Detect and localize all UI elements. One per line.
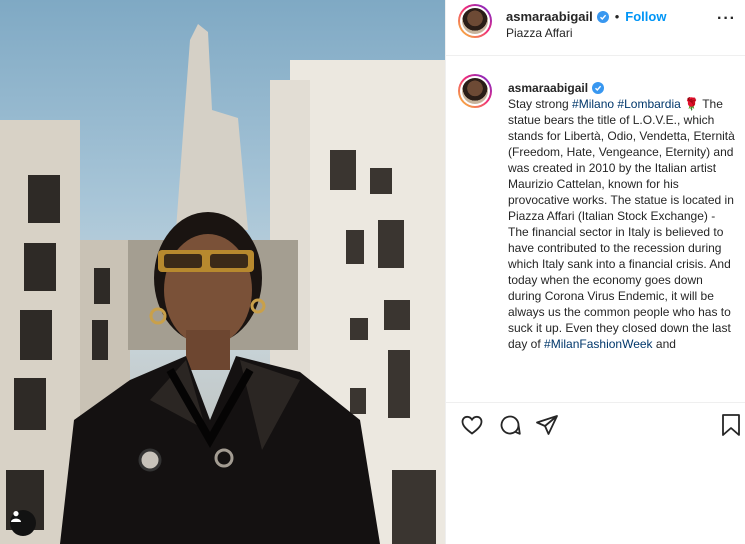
caption-author-line: asmaraabigail — [508, 80, 736, 96]
tagged-users-button[interactable] — [10, 510, 36, 536]
caption-text: Stay strong #Milano #Lombardia 🌹 The sta… — [508, 96, 736, 352]
caption-author-avatar[interactable] — [458, 74, 492, 108]
heart-icon[interactable] — [460, 413, 484, 442]
author-avatar[interactable] — [458, 4, 492, 38]
post-side-panel: asmaraabigail • Follow Piazza Affari ···… — [445, 0, 745, 544]
paper-plane-icon[interactable] — [535, 413, 559, 442]
bookmark-icon[interactable] — [720, 413, 742, 442]
verified-badge-icon — [596, 10, 609, 23]
action-bar — [446, 402, 745, 448]
caption-body-text: The statue bears the title of L.O.V.E., … — [508, 97, 735, 351]
author-line: asmaraabigail • Follow — [506, 9, 666, 24]
more-options-icon[interactable]: ··· — [717, 10, 736, 28]
caption-comment: asmaraabigail Stay strong #Milano #Lomba… — [446, 64, 745, 400]
post-location[interactable]: Piazza Affari — [506, 26, 572, 40]
post-header: asmaraabigail • Follow Piazza Affari ··· — [446, 0, 745, 56]
verified-badge-icon — [592, 82, 605, 94]
author-username[interactable]: asmaraabigail — [506, 9, 593, 24]
rose-emoji: 🌹 — [684, 97, 700, 111]
hashtag-milano[interactable]: #Milano — [572, 97, 614, 111]
post-photo[interactable] — [0, 0, 445, 544]
comment-icon[interactable] — [498, 413, 522, 442]
caption-username[interactable]: asmaraabigail — [508, 80, 588, 96]
separator-dot: • — [614, 9, 620, 24]
caption-lead: Stay strong — [508, 97, 569, 111]
follow-button[interactable]: Follow — [625, 9, 666, 24]
caption-body: asmaraabigail Stay strong #Milano #Lomba… — [508, 80, 736, 352]
photo-illustration — [0, 24, 445, 544]
hashtag-milanfashionweek[interactable]: #MilanFashionWeek — [544, 337, 653, 351]
hashtag-lombardia[interactable]: #Lombardia — [617, 97, 680, 111]
caption-tail: and — [655, 337, 676, 351]
